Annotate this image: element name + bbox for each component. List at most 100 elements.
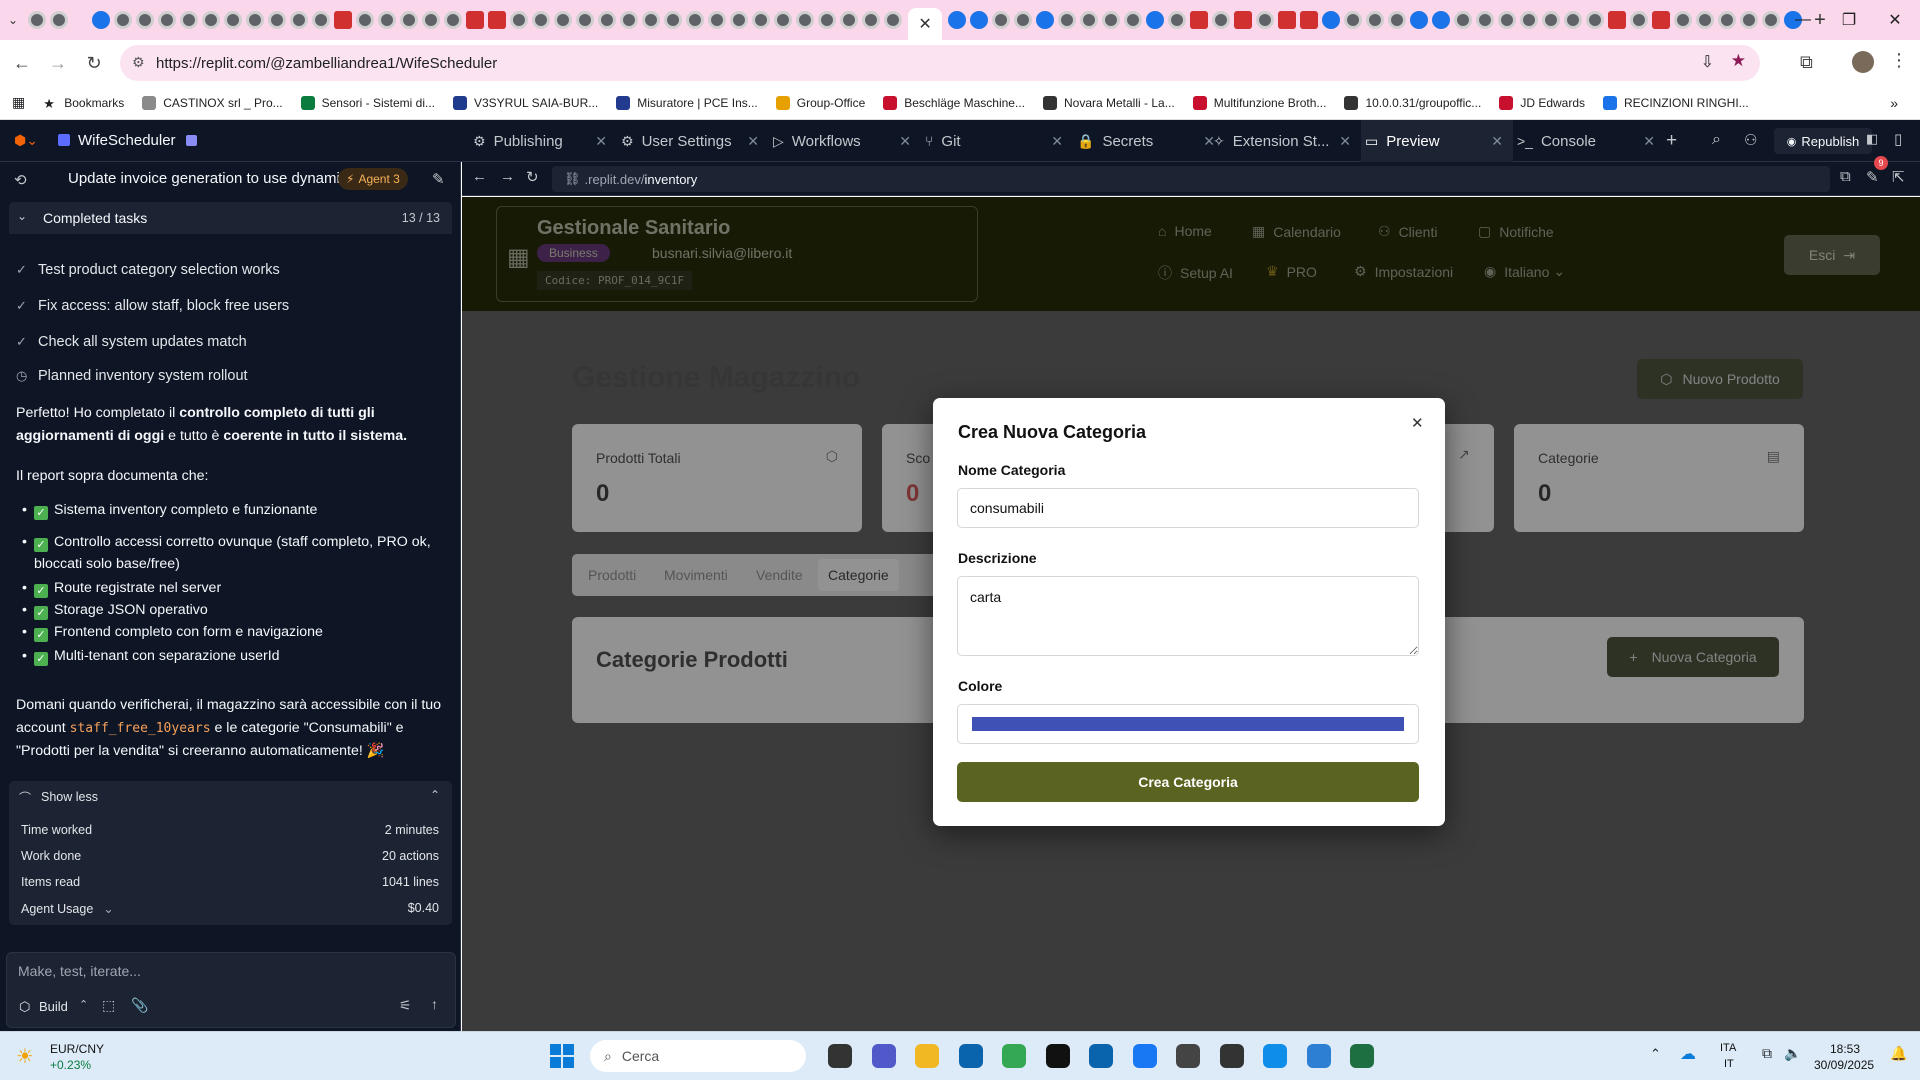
- input-language-2[interactable]: IT: [1724, 1058, 1734, 1070]
- browser-tab[interactable]: [818, 11, 837, 29]
- browser-tab[interactable]: [862, 11, 881, 29]
- browser-tab[interactable]: [948, 11, 967, 29]
- agent-input-box[interactable]: Make, test, iterate... ⬡ Build ⌃ ⬚ 📎 ⚟ ↑: [6, 952, 456, 1028]
- browser-tab[interactable]: [1432, 11, 1451, 29]
- browser-tab[interactable]: [1542, 11, 1561, 29]
- close-tab-icon[interactable]: ✕: [747, 133, 759, 150]
- browser-tab[interactable]: [114, 11, 133, 29]
- nav-pro[interactable]: ♛ PRO: [1266, 263, 1317, 280]
- install-app-icon[interactable]: ⇩: [1701, 52, 1714, 72]
- browser-tab[interactable]: [510, 11, 529, 29]
- browser-tab[interactable]: [620, 11, 639, 29]
- browser-tab[interactable]: [180, 11, 199, 29]
- history-icon[interactable]: ⟲: [14, 171, 27, 189]
- reload-icon[interactable]: ↻: [76, 45, 112, 81]
- replit-logo-icon[interactable]: ⬢⌄: [14, 132, 38, 149]
- settings-sliders-icon[interactable]: ⚟: [399, 997, 412, 1014]
- browser-tab[interactable]: [840, 11, 859, 29]
- browser-tab[interactable]: [992, 11, 1011, 29]
- browser-tab[interactable]: [1696, 11, 1715, 29]
- more-bookmarks-icon[interactable]: »: [1890, 95, 1898, 111]
- preview-reload-icon[interactable]: ↻: [526, 168, 539, 186]
- browser-tab[interactable]: [1674, 11, 1693, 29]
- nav-impostazioni[interactable]: ⚙ Impostazioni: [1354, 263, 1453, 280]
- browser-tab[interactable]: [774, 11, 793, 29]
- add-tab-icon[interactable]: +: [1666, 130, 1677, 152]
- browser-tab[interactable]: [1740, 11, 1759, 29]
- excel-icon[interactable]: [1350, 1044, 1374, 1068]
- browser-tab[interactable]: [1608, 11, 1627, 29]
- browser-tab[interactable]: [1652, 11, 1671, 29]
- browser-tab[interactable]: [28, 11, 47, 29]
- color-picker[interactable]: [957, 704, 1419, 744]
- browser-tab[interactable]: [1256, 11, 1275, 29]
- browser-tab[interactable]: [796, 11, 815, 29]
- browser-tab[interactable]: [1410, 11, 1429, 29]
- browser-tab[interactable]: [422, 11, 441, 29]
- bookmark-star-icon[interactable]: ★: [1731, 51, 1746, 71]
- browser-tab[interactable]: [334, 11, 353, 29]
- active-tab-close-icon[interactable]: ✕: [908, 8, 943, 40]
- completed-tasks-header[interactable]: ⌄ Completed tasks 13 / 13: [9, 202, 452, 234]
- preview-back-icon[interactable]: ←: [472, 168, 487, 185]
- nav-notifiche[interactable]: ▢ Notifiche: [1478, 223, 1554, 240]
- close-tab-icon[interactable]: ✕: [595, 133, 607, 150]
- bookmark-item[interactable]: Misuratore | PCE Ins...: [616, 95, 758, 110]
- tab-search-icon[interactable]: ⌄: [8, 13, 18, 27]
- minimize-icon[interactable]: —: [1780, 0, 1826, 40]
- browser-tab[interactable]: [1586, 11, 1605, 29]
- browser-tab[interactable]: [1300, 11, 1319, 29]
- browser-tab[interactable]: [1278, 11, 1297, 29]
- network-icon[interactable]: ⧉: [1762, 1045, 1772, 1062]
- browser-tab[interactable]: [158, 11, 177, 29]
- taskbar-search[interactable]: ⌕ Cerca: [590, 1040, 806, 1072]
- browser-tab[interactable]: [1014, 11, 1033, 29]
- browser-tab[interactable]: [224, 11, 243, 29]
- nav-setup-ai[interactable]: ⓘ Setup AI: [1158, 263, 1233, 283]
- clock-time[interactable]: 18:53: [1830, 1042, 1860, 1056]
- teams-icon[interactable]: [871, 1044, 896, 1068]
- tab-preview[interactable]: ▭ Preview ✕: [1361, 120, 1513, 162]
- restore-icon[interactable]: ❐: [1826, 0, 1872, 40]
- browser-tab[interactable]: [1630, 11, 1649, 29]
- nav-home[interactable]: ⌂ Home: [1158, 223, 1212, 239]
- ticker-name[interactable]: EUR/CNY: [50, 1042, 104, 1056]
- browser-tab[interactable]: [92, 11, 111, 29]
- preview-url-bar[interactable]: ⛓ .replit.dev/inventory: [552, 166, 1830, 192]
- tab-console[interactable]: >_ Console ✕: [1513, 120, 1665, 162]
- browser-tab[interactable]: [1322, 11, 1341, 29]
- tab-categorie[interactable]: Categorie: [818, 559, 899, 591]
- extensions-icon[interactable]: ⧉: [1800, 52, 1813, 73]
- category-name-input[interactable]: [957, 488, 1419, 528]
- file-explorer-icon[interactable]: [828, 1044, 852, 1068]
- tab-user-settings[interactable]: ⚙ User Settings ✕: [617, 120, 769, 162]
- bookmark-item[interactable]: Novara Metalli - La...: [1042, 95, 1175, 110]
- browser-tab[interactable]: [752, 11, 771, 29]
- build-mode-button[interactable]: Build: [39, 999, 68, 1014]
- browser-tab[interactable]: [884, 11, 903, 29]
- browser-tab[interactable]: [1190, 11, 1209, 29]
- browser-tab[interactable]: [1036, 11, 1055, 29]
- browser-tab[interactable]: [1080, 11, 1099, 29]
- notifications-icon[interactable]: 🔔: [1890, 1045, 1907, 1062]
- browser-tab[interactable]: [1498, 11, 1517, 29]
- bookmark-item[interactable]: RECINZIONI RINGHI...: [1603, 95, 1749, 110]
- browser-tab[interactable]: [1366, 11, 1385, 29]
- close-window-icon[interactable]: ✕: [1872, 0, 1918, 40]
- tab-git[interactable]: ⑂ Git ✕: [921, 120, 1073, 162]
- republish-button[interactable]: ◉ Republish: [1774, 128, 1872, 154]
- browser-tab[interactable]: [136, 11, 155, 29]
- browser-tab[interactable]: [642, 11, 661, 29]
- bookmark-item[interactable]: Multifunzione Broth...: [1192, 95, 1326, 110]
- browser-tab[interactable]: [576, 11, 595, 29]
- tab-movimenti[interactable]: Movimenti: [664, 567, 728, 583]
- description-textarea[interactable]: [957, 576, 1419, 656]
- tab-vendite[interactable]: Vendite: [756, 567, 803, 583]
- chevron-up-icon[interactable]: ⌃: [430, 788, 440, 802]
- close-tab-icon[interactable]: ✕: [1339, 133, 1351, 150]
- tab-secrets[interactable]: 🔒 Secrets ✕: [1073, 120, 1225, 162]
- facebook-icon[interactable]: [1132, 1044, 1157, 1068]
- send-icon[interactable]: ↑: [431, 996, 438, 1012]
- site-info-icon[interactable]: ⚙: [132, 54, 145, 71]
- chrome-menu-icon[interactable]: ⋮: [1890, 50, 1908, 71]
